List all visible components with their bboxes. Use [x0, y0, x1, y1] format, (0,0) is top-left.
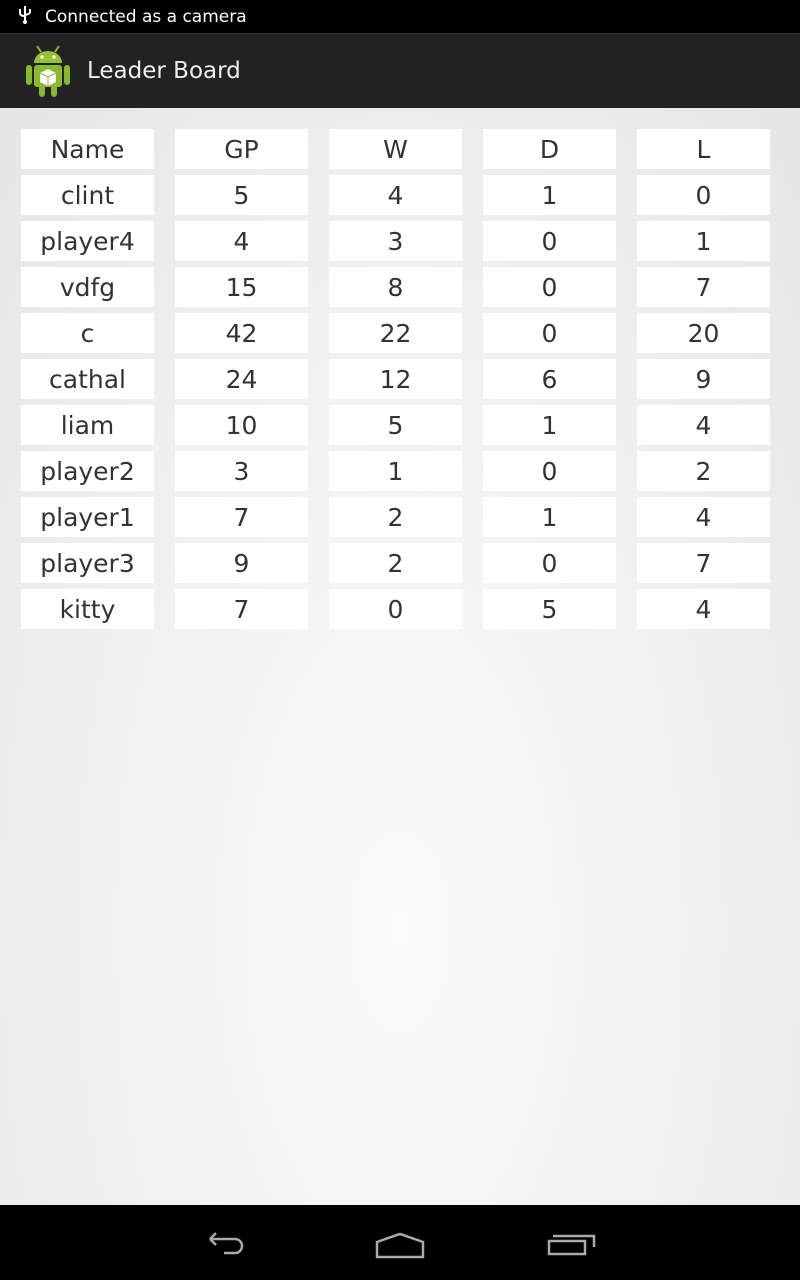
- cell-d: 0: [483, 313, 616, 353]
- cell-gp: 7: [175, 497, 308, 537]
- cell-name: liam: [21, 405, 154, 445]
- leaderboard-content: Name GP W D Lclint 5 4 1 0 player4 4 3 0 1 vdfg 15 8 0 7 c 4…: [0, 108, 800, 1205]
- android-app-icon[interactable]: [24, 43, 72, 99]
- cell-w: 0: [329, 589, 462, 629]
- cell-w: 1: [329, 451, 462, 491]
- back-icon[interactable]: [200, 1223, 260, 1263]
- recent-apps-icon[interactable]: [542, 1223, 602, 1263]
- cell-w: 5: [329, 405, 462, 445]
- header-d: D: [483, 129, 616, 169]
- cell-name: player2: [21, 451, 154, 491]
- cell-w: 12: [329, 359, 462, 399]
- cell-l: 20: [637, 313, 770, 353]
- cell-d: 6: [483, 359, 616, 399]
- cell-l: 9: [637, 359, 770, 399]
- cell-w: 3: [329, 221, 462, 261]
- cell-l: 0: [637, 175, 770, 215]
- cell-name: clint: [21, 175, 154, 215]
- usb-icon: [15, 4, 35, 29]
- cell-d: 0: [483, 543, 616, 583]
- cell-l: 4: [637, 497, 770, 537]
- cell-name: kitty: [21, 589, 154, 629]
- cell-w: 22: [329, 313, 462, 353]
- cell-gp: 5: [175, 175, 308, 215]
- cell-name: cathal: [21, 359, 154, 399]
- cell-gp: 42: [175, 313, 308, 353]
- cell-gp: 9: [175, 543, 308, 583]
- action-bar: Leader Board: [0, 33, 800, 108]
- cell-w: 2: [329, 497, 462, 537]
- cell-name: player4: [21, 221, 154, 261]
- cell-w: 2: [329, 543, 462, 583]
- app-title: Leader Board: [87, 58, 241, 84]
- cell-gp: 4: [175, 221, 308, 261]
- cell-gp: 10: [175, 405, 308, 445]
- cell-gp: 7: [175, 589, 308, 629]
- status-bar: Connected as a camera: [0, 0, 800, 33]
- header-l: L: [637, 129, 770, 169]
- cell-l: 4: [637, 405, 770, 445]
- cell-gp: 15: [175, 267, 308, 307]
- cell-d: 5: [483, 589, 616, 629]
- cell-d: 0: [483, 221, 616, 261]
- cell-d: 0: [483, 451, 616, 491]
- cell-l: 7: [637, 543, 770, 583]
- cell-l: 1: [637, 221, 770, 261]
- cell-gp: 24: [175, 359, 308, 399]
- navigation-bar: [0, 1205, 800, 1280]
- status-notification: Connected as a camera: [45, 6, 247, 27]
- header-w: W: [329, 129, 462, 169]
- cell-gp: 3: [175, 451, 308, 491]
- cell-name: player1: [21, 497, 154, 537]
- header-name: Name: [21, 129, 154, 169]
- cell-d: 1: [483, 497, 616, 537]
- header-gp: GP: [175, 129, 308, 169]
- cell-d: 0: [483, 267, 616, 307]
- cell-name: vdfg: [21, 267, 154, 307]
- cell-name: player3: [21, 543, 154, 583]
- cell-l: 2: [637, 451, 770, 491]
- cell-name: c: [21, 313, 154, 353]
- home-icon[interactable]: [370, 1223, 430, 1263]
- cell-w: 8: [329, 267, 462, 307]
- cell-l: 4: [637, 589, 770, 629]
- cell-w: 4: [329, 175, 462, 215]
- cell-d: 1: [483, 175, 616, 215]
- cell-l: 7: [637, 267, 770, 307]
- cell-d: 1: [483, 405, 616, 445]
